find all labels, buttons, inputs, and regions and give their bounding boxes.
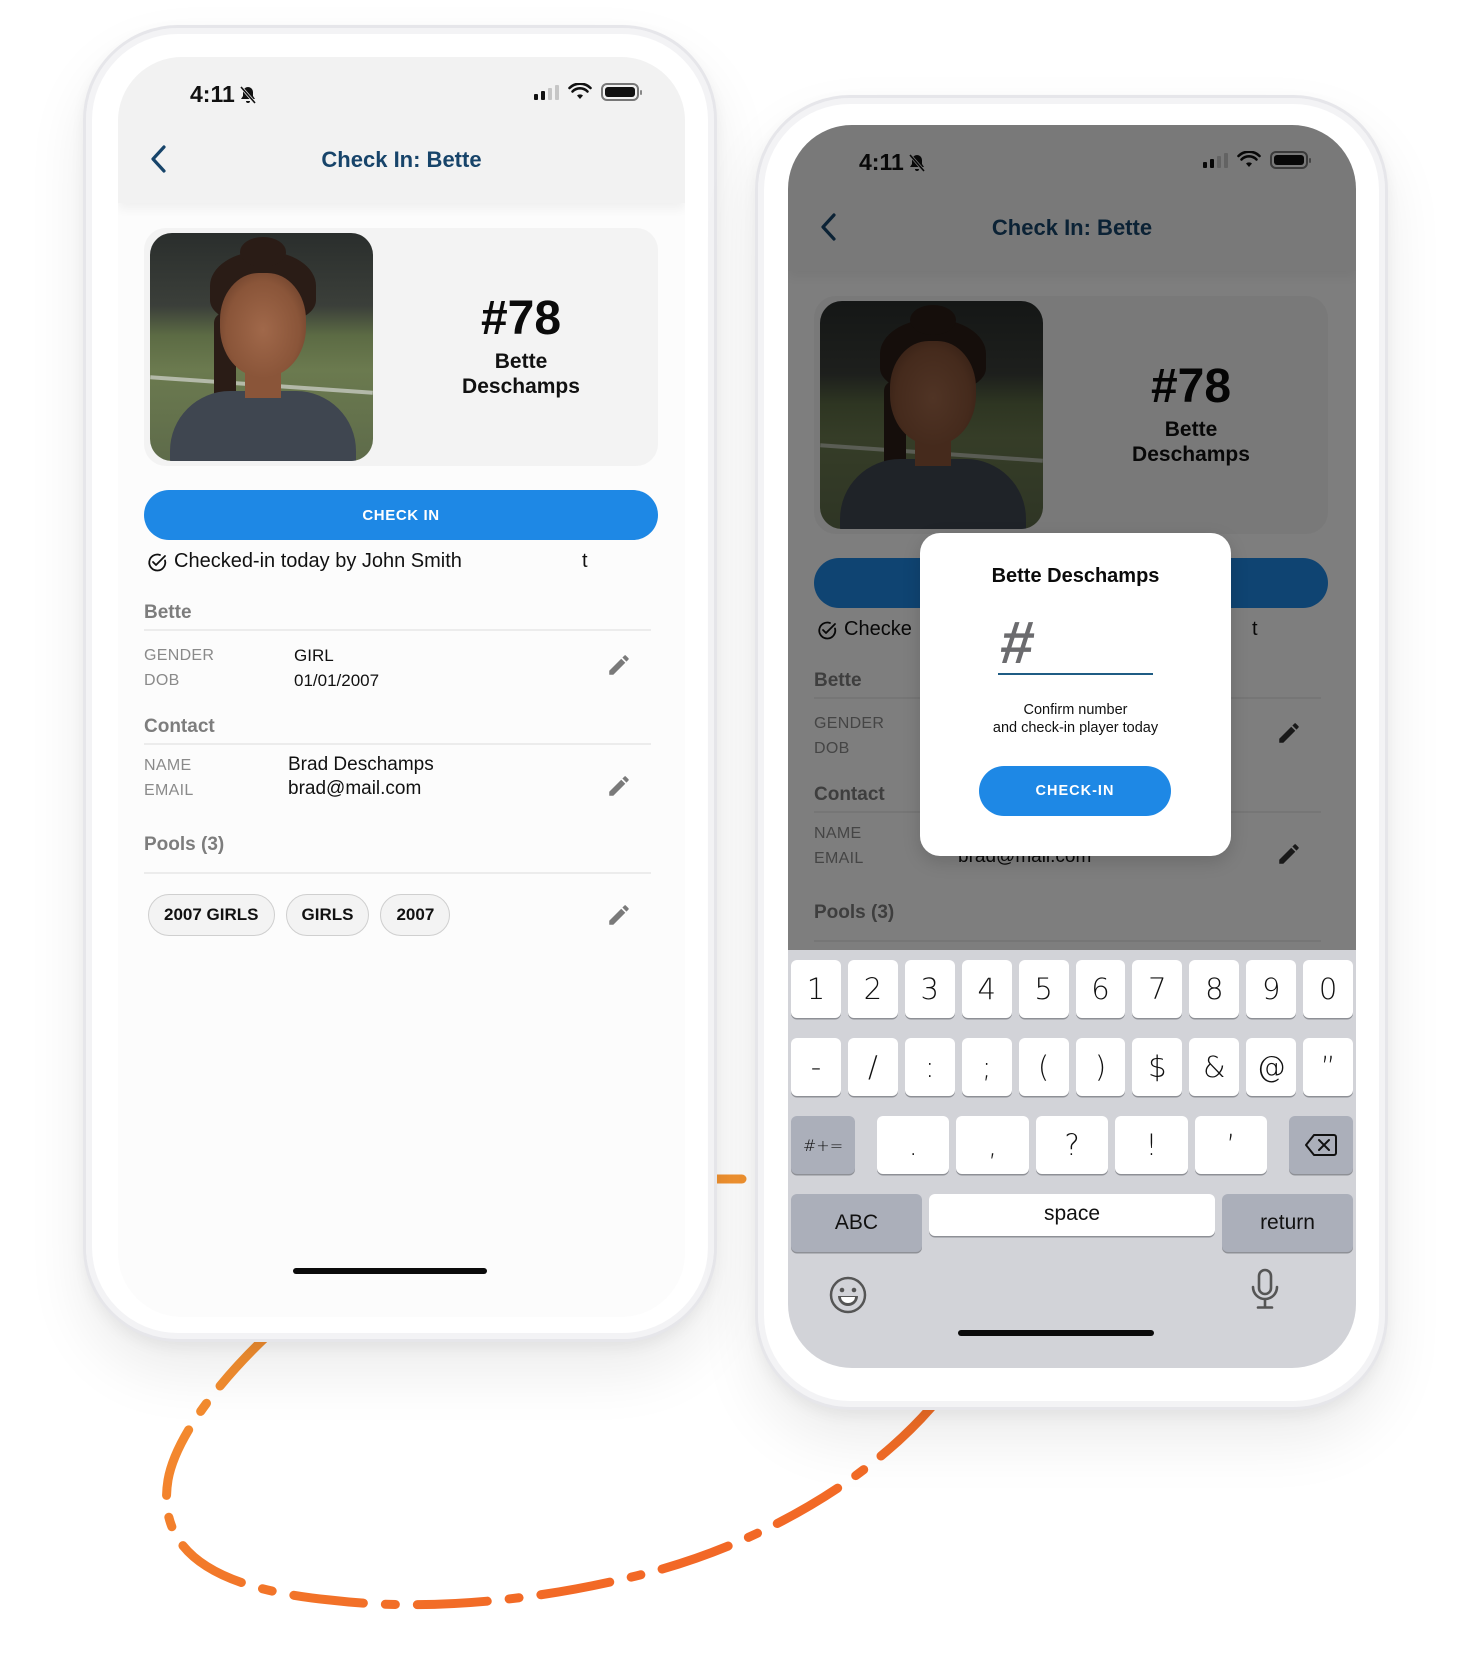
dialog-title: Bette Deschamps (991, 565, 1160, 587)
divider (144, 629, 651, 631)
edit-pools-icon[interactable] (606, 902, 632, 928)
check-in-modal-screen: 4:11 Check In: Bette #78 Bette Deschamps (788, 125, 1356, 1368)
bell-slash-icon (239, 85, 256, 104)
abc-key[interactable]: ABC (791, 1194, 922, 1252)
jersey-number: #78 (480, 291, 562, 345)
contact-email-value: brad@mail.com (288, 778, 422, 799)
key[interactable]: ” (1303, 1038, 1354, 1096)
keyboard-row-bottom: ABC space return (791, 1194, 1353, 1252)
key[interactable]: 3 (904, 960, 955, 1018)
key[interactable]: ; (961, 1038, 1012, 1096)
pool-chip[interactable]: 2007 GIRLS (148, 894, 275, 936)
key[interactable]: ? (1035, 1116, 1109, 1174)
symbols-key[interactable]: #+= (791, 1116, 855, 1174)
key[interactable]: : (904, 1038, 955, 1096)
pools-section-title: Pools (3) (144, 834, 225, 855)
dob-value: 01/01/2007 (294, 671, 380, 690)
key[interactable]: 2 (847, 960, 898, 1018)
battery-icon (601, 83, 642, 101)
phone-right: 4:11 Check In: Bette #78 Bette Deschamps (755, 95, 1388, 1410)
check-in-button[interactable]: CHECK IN (144, 490, 658, 540)
keyboard-row-symbols: - / : ; ( ) $ & @ ” (791, 1038, 1354, 1096)
key[interactable]: ! (1115, 1116, 1188, 1174)
player-card: #78 Bette Deschamps (144, 228, 658, 466)
player-name: Bette Deschamps (462, 349, 580, 398)
confirm-check-in-button[interactable]: CHECK-IN (979, 766, 1171, 816)
divider (144, 872, 651, 874)
home-indicator (958, 1330, 1154, 1336)
contact-section-title: Contact (144, 716, 215, 737)
key[interactable]: 7 (1132, 960, 1183, 1018)
key[interactable]: , (956, 1116, 1029, 1174)
key[interactable]: / (847, 1038, 898, 1096)
dob-label: DOB (144, 672, 180, 689)
key[interactable]: 5 (1018, 960, 1069, 1018)
status-icons (534, 83, 642, 101)
phone-left: 4:11 Check In: Bette #78 Bette Deschamps (83, 25, 717, 1342)
gender-label: GENDER (144, 647, 215, 664)
top-bar: 4:11 Check In: Bette (118, 57, 685, 203)
key[interactable]: ) (1075, 1038, 1126, 1096)
key[interactable]: 1 (791, 960, 841, 1018)
numeric-keyboard: 1 2 3 4 5 6 7 8 9 0 - / : ; ( ) $ & @ ” … (788, 950, 1356, 1368)
pool-chip[interactable]: 2007 (380, 894, 451, 936)
key[interactable]: ( (1018, 1038, 1069, 1096)
status-time: 4:11 (190, 81, 258, 108)
key[interactable]: 8 (1189, 960, 1240, 1018)
gender-value: GIRL (294, 646, 334, 665)
key[interactable]: 6 (1075, 960, 1126, 1018)
player-section-title: Bette (144, 602, 192, 623)
key[interactable]: 4 (961, 960, 1012, 1018)
key[interactable]: 0 (1303, 960, 1354, 1018)
backspace-icon (1305, 1134, 1338, 1156)
space-key[interactable]: space (929, 1194, 1215, 1236)
home-indicator (293, 1268, 487, 1274)
microphone-icon[interactable] (1250, 1268, 1280, 1310)
return-key[interactable]: return (1222, 1194, 1353, 1252)
contact-name-value: Brad Deschamps (288, 754, 434, 775)
key[interactable]: & (1189, 1038, 1240, 1096)
key[interactable]: @ (1246, 1038, 1297, 1096)
pool-chips: 2007 GIRLS GIRLS 2007 (148, 894, 451, 936)
backspace-key[interactable] (1289, 1116, 1354, 1174)
edit-player-icon[interactable] (606, 652, 632, 678)
confirm-number-dialog: Bette Deschamps # Confirm number and che… (920, 533, 1231, 856)
keyboard-row-numbers: 1 2 3 4 5 6 7 8 9 0 (791, 960, 1354, 1018)
key[interactable]: ’ (1194, 1116, 1268, 1174)
keyboard-row-punctuation: #+= . , ? ! ’ (791, 1116, 1354, 1174)
dialog-help-text: Confirm number and check-in player today (992, 702, 1159, 736)
key[interactable]: . (877, 1116, 950, 1174)
key[interactable]: $ (1132, 1038, 1183, 1096)
contact-name-label: NAME (144, 757, 192, 774)
page-title: Check In: Bette (321, 147, 482, 172)
edit-contact-icon[interactable] (606, 773, 632, 799)
checked-in-status: Checked-in today by John Smith t (146, 550, 646, 573)
jersey-number-input[interactable]: # (996, 609, 1153, 676)
key[interactable]: - (791, 1038, 841, 1096)
wifi-icon (568, 83, 592, 99)
check-circle-icon (148, 553, 167, 571)
signal-icon (534, 84, 559, 100)
player-photo (150, 233, 373, 461)
pool-chip[interactable]: GIRLS (285, 894, 370, 936)
number-input-placeholder: # (996, 609, 1037, 676)
contact-email-label: EMAIL (144, 782, 194, 799)
emoji-icon[interactable] (828, 1275, 868, 1315)
divider (144, 743, 651, 745)
key[interactable]: 9 (1246, 960, 1297, 1018)
check-in-screen: 4:11 Check In: Bette #78 Bette Deschamps (118, 57, 685, 1317)
